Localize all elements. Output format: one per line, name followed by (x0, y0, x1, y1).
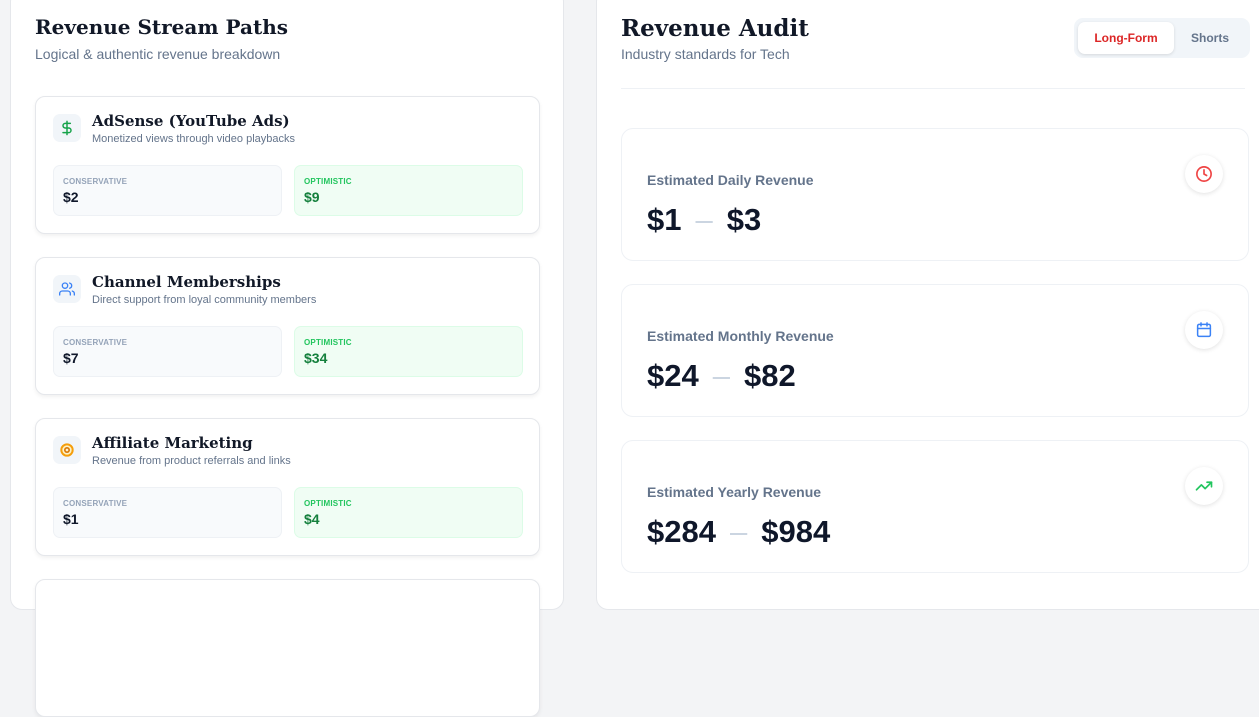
panel-title: Revenue Stream Paths (35, 15, 288, 39)
stream-card-affiliate: Affiliate Marketing Revenue from product… (35, 418, 540, 556)
revenue-stream-panel: Revenue Stream Paths Logical & authentic… (10, 0, 564, 717)
range-dash: – (712, 358, 730, 393)
target-icon (53, 436, 81, 464)
conservative-label: CONSERVATIVE (63, 499, 128, 508)
range-dash: – (729, 514, 748, 549)
stream-description: Direct support from loyal community memb… (92, 294, 317, 306)
dollar-icon (53, 114, 81, 142)
stream-card-next (35, 579, 540, 717)
optimistic-value-box: OPTIMISTIC $4 (294, 487, 523, 538)
users-icon (53, 275, 81, 303)
estimate-low: $1 (647, 202, 682, 237)
conservative-amount: $1 (63, 511, 79, 527)
estimate-low: $24 (647, 358, 699, 393)
monthly-revenue-card: Estimated Monthly Revenue $24 – $82 (621, 284, 1249, 417)
trending-up-icon (1185, 467, 1223, 505)
conservative-value-box: CONSERVATIVE $2 (53, 165, 282, 216)
optimistic-amount: $9 (304, 189, 320, 205)
estimate-high: $3 (726, 202, 762, 237)
estimate-low: $284 (647, 514, 716, 549)
conservative-value-box: CONSERVATIVE $7 (53, 326, 282, 377)
estimate-label: Estimated Monthly Revenue (647, 328, 834, 344)
estimate-high: $984 (761, 514, 831, 549)
format-toggle: Long-Form Shorts (1074, 18, 1250, 58)
optimistic-amount: $4 (304, 511, 320, 527)
stream-description: Monetized views through video playbacks (92, 133, 296, 145)
divider (621, 88, 1245, 89)
calendar-icon (1185, 311, 1223, 349)
conservative-label: CONSERVATIVE (63, 338, 128, 347)
estimate-label: Estimated Daily Revenue (647, 172, 814, 188)
stream-card-adsense: AdSense (YouTube Ads) Monetized views th… (35, 96, 540, 234)
panel-title: Revenue Audit (621, 15, 809, 42)
conservative-label: CONSERVATIVE (63, 177, 128, 186)
optimistic-label: OPTIMISTIC (304, 177, 352, 186)
estimate-range: $1 – $3 (647, 202, 761, 238)
optimistic-value-box: OPTIMISTIC $34 (294, 326, 523, 377)
conservative-value-box: CONSERVATIVE $1 (53, 487, 282, 538)
estimate-range: $284 – $984 (647, 514, 830, 550)
estimate-high: $82 (743, 358, 796, 393)
yearly-revenue-card: Estimated Yearly Revenue $284 – $984 (621, 440, 1249, 573)
optimistic-label: OPTIMISTIC (304, 338, 352, 347)
panel-subtitle: Logical & authentic revenue breakdown (35, 46, 281, 62)
revenue-audit-panel: Revenue Audit Industry standards for Tec… (596, 0, 1259, 610)
range-dash: – (695, 202, 713, 237)
conservative-amount: $7 (63, 350, 79, 366)
optimistic-amount: $34 (304, 350, 328, 366)
daily-revenue-card: Estimated Daily Revenue $1 – $3 (621, 128, 1249, 261)
clock-icon (1185, 155, 1223, 193)
optimistic-label: OPTIMISTIC (304, 499, 352, 508)
stream-name: Affiliate Marketing (92, 434, 253, 452)
long-form-tab[interactable]: Long-Form (1078, 22, 1174, 54)
shorts-tab[interactable]: Shorts (1174, 22, 1246, 54)
panel-subtitle: Industry standards for Tech (621, 46, 790, 62)
estimate-range: $24 – $82 (647, 358, 796, 394)
stream-description: Revenue from product referrals and links (92, 455, 291, 467)
conservative-amount: $2 (63, 189, 79, 205)
optimistic-value-box: OPTIMISTIC $9 (294, 165, 523, 216)
stream-card-memberships: Channel Memberships Direct support from … (35, 257, 540, 395)
estimate-label: Estimated Yearly Revenue (647, 484, 822, 500)
stream-name: Channel Memberships (92, 273, 281, 291)
stream-name: AdSense (YouTube Ads) (92, 112, 290, 130)
